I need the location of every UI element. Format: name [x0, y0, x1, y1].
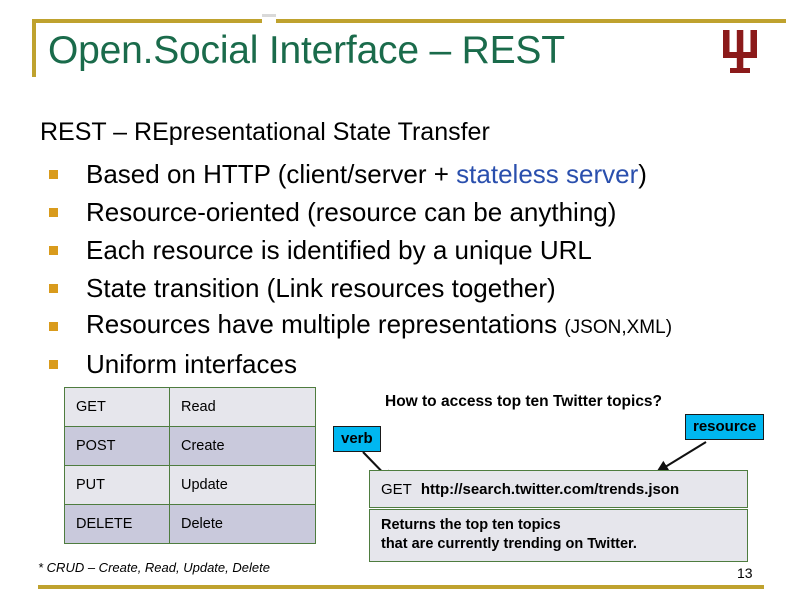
bullet-list: Based on HTTP (client/server + stateless…	[40, 155, 780, 383]
bullet-text-lead: State transition (Link resources togethe…	[86, 273, 556, 303]
title-rule-notch	[262, 19, 276, 23]
bullet-text-lead: Based on HTTP (client/server +	[86, 159, 457, 189]
bullet-text-small: (JSON,XML)	[564, 317, 673, 338]
title-top-rule	[32, 19, 786, 23]
list-item: Based on HTTP (client/server + stateless…	[40, 155, 780, 193]
table-cell-verb: DELETE	[64, 504, 170, 544]
list-item: Resource-oriented (resource can be anyth…	[40, 193, 780, 231]
table-row: POST Create	[64, 426, 316, 466]
bullet-text-lead: Resources have multiple representations	[86, 309, 565, 339]
list-item-label: Resources have multiple representations …	[86, 309, 672, 343]
callout-chip-verb: verb	[333, 426, 381, 452]
table-cell-action: Create	[169, 426, 316, 466]
table-cell-verb: POST	[64, 426, 170, 466]
list-item: State transition (Link resources togethe…	[40, 269, 780, 307]
title-rule-notch-shadow	[262, 14, 276, 17]
response-line-2: that are currently trending on Twitter.	[381, 536, 637, 552]
list-item-label: Resource-oriented (resource can be anyth…	[86, 197, 616, 227]
lead-line: REST – REpresentational State Transfer	[40, 118, 490, 146]
slide-canvas: Open.Social Interface – REST REST – REpr…	[0, 0, 800, 600]
response-description-box: Returns the top ten topics that are curr…	[369, 509, 748, 562]
square-bullet-icon	[49, 322, 58, 331]
bullet-text-lead: Each resource is identified by a unique …	[86, 235, 592, 265]
square-bullet-icon	[49, 246, 58, 255]
request-example-box: GET http://search.twitter.com/trends.jso…	[369, 470, 748, 508]
bullet-text-lead: Resource-oriented (resource can be anyth…	[86, 197, 617, 227]
table-cell-action: Read	[169, 387, 316, 427]
list-item: Uniform interfaces	[40, 345, 780, 383]
example-question: How to access top ten Twitter topics?	[385, 393, 663, 410]
bullet-text-lead: Uniform interfaces	[86, 349, 297, 379]
table-cell-verb: GET	[64, 387, 170, 427]
request-verb: GET	[381, 480, 412, 498]
callout-chip-resource: resource	[685, 414, 765, 440]
table-cell-action: Update	[169, 465, 316, 505]
square-bullet-icon	[49, 360, 58, 369]
http-verb-table: GET Read POST Create PUT Update DELETE D…	[64, 387, 316, 544]
indiana-university-trident-logo	[718, 26, 762, 74]
list-item: Resources have multiple representations …	[40, 307, 780, 345]
list-item-label: Uniform interfaces	[86, 349, 297, 379]
table-row: GET Read	[64, 387, 316, 427]
footer-bottom-rule	[38, 585, 764, 589]
table-cell-action: Delete	[169, 504, 316, 544]
response-line-1: Returns the top ten topics	[381, 517, 561, 533]
table-cell-verb: PUT	[64, 465, 170, 505]
page-title: Open.Social Interface – REST	[48, 29, 565, 72]
list-item-label: Each resource is identified by a unique …	[86, 235, 592, 265]
list-item-label: State transition (Link resources togethe…	[86, 273, 556, 303]
square-bullet-icon	[49, 208, 58, 217]
table-row: DELETE Delete	[64, 504, 316, 544]
square-bullet-icon	[49, 170, 58, 179]
list-item-label: Based on HTTP (client/server + stateless…	[86, 159, 647, 189]
page-number: 13	[737, 565, 753, 581]
table-row: PUT Update	[64, 465, 316, 505]
title-left-rule	[32, 19, 36, 77]
list-item: Each resource is identified by a unique …	[40, 231, 780, 269]
arrow-resource-to-url	[655, 441, 707, 473]
bullet-text-accent: stateless server	[456, 159, 639, 189]
bullet-text-tail: )	[638, 159, 647, 189]
square-bullet-icon	[49, 284, 58, 293]
request-url: http://search.twitter.com/trends.json	[420, 480, 680, 498]
footnote: * CRUD – Create, Read, Update, Delete	[38, 560, 270, 575]
